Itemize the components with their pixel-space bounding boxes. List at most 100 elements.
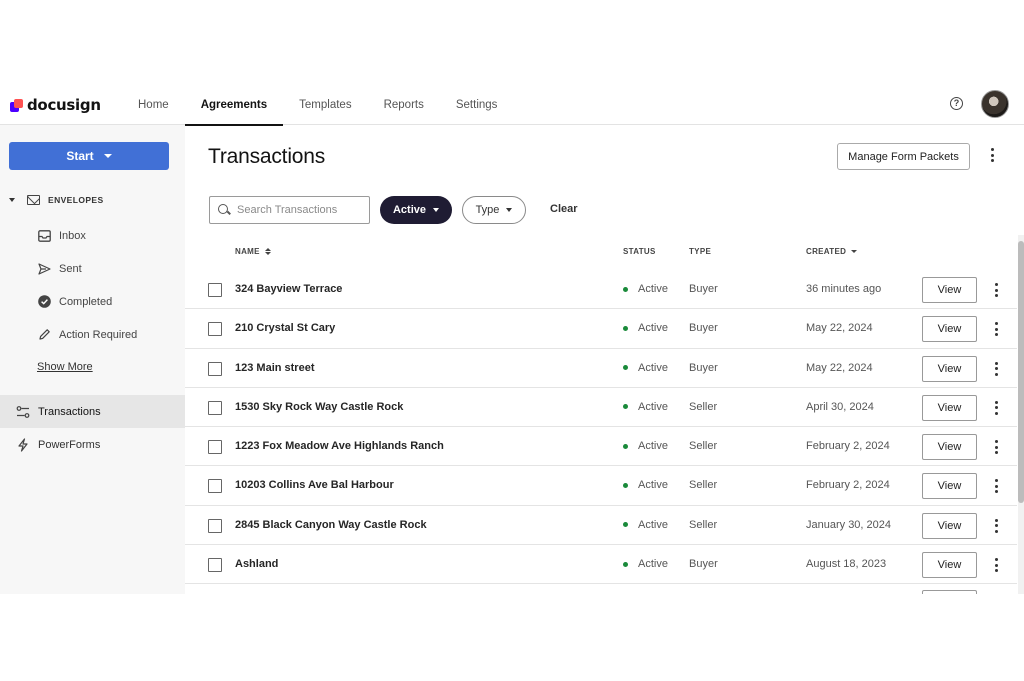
- created-cell: February 2, 2024: [806, 479, 890, 492]
- view-button[interactable]: View: [922, 473, 977, 500]
- sidebar-item-label: PowerForms: [38, 438, 101, 451]
- type-cell: Seller: [689, 518, 718, 531]
- table-row[interactable]: 324 Bayview Terrace Active Buyer 36 minutes…: [185, 270, 1017, 310]
- type-cell: Buyer: [689, 558, 718, 571]
- column-header-label: STATUS: [623, 247, 656, 256]
- transaction-name[interactable]: 1530 Sky Rock Way Castle Rock: [235, 401, 403, 413]
- view-button[interactable]: View: [922, 434, 977, 461]
- status-filter-label: Active: [392, 204, 427, 216]
- transaction-name[interactable]: 123 Main street: [235, 362, 314, 374]
- transaction-name[interactable]: 2845 Black Canyon Way Castle Rock: [235, 519, 427, 531]
- sidebar-item-completed[interactable]: Completed: [38, 295, 112, 308]
- view-button[interactable]: View: [922, 512, 977, 539]
- row-more-options-icon[interactable]: [991, 359, 1001, 379]
- nav-tab-templates[interactable]: Templates: [283, 84, 367, 125]
- status-cell: Active: [623, 440, 668, 452]
- row-more-options-icon[interactable]: [991, 476, 1001, 496]
- lightning-icon: [16, 437, 30, 452]
- row-checkbox[interactable]: [208, 440, 222, 455]
- transaction-name[interactable]: 210 Crystal St Cary: [235, 322, 335, 334]
- created-cell: April 30, 2024: [806, 400, 874, 413]
- row-more-options-icon[interactable]: [991, 555, 1001, 575]
- status-dot-icon: [623, 522, 628, 528]
- transactions-table-body: 324 Bayview Terrace Active Buyer 36 minutes…: [185, 270, 1017, 594]
- sidebar-item-label: Sent: [59, 262, 82, 275]
- sidebar-item-inbox[interactable]: Inbox: [38, 229, 86, 242]
- more-options-icon[interactable]: [987, 145, 997, 165]
- column-header-name[interactable]: NAME: [235, 247, 271, 256]
- type-cell: Buyer: [689, 322, 718, 335]
- status-text: Active: [638, 558, 668, 571]
- view-button[interactable]: View: [922, 355, 977, 382]
- row-more-options-icon[interactable]: [991, 437, 1001, 457]
- table-row[interactable]: 1223 Fox Meadow Ave Highlands Ranch Activ…: [185, 427, 1017, 467]
- row-more-options-icon[interactable]: [991, 398, 1001, 418]
- table-row[interactable]: 10203 Collins Ave Bal Harbour Active Selle…: [185, 466, 1017, 506]
- view-button[interactable]: View: [922, 277, 977, 303]
- search-icon: [218, 204, 230, 216]
- status-filter-active[interactable]: Active: [380, 196, 452, 224]
- status-cell: Active: [623, 401, 668, 413]
- table-row[interactable]: 210 Crystal St Cary Active Buyer May 22, 20…: [185, 309, 1017, 349]
- nav-tab-settings[interactable]: Settings: [440, 84, 514, 125]
- row-more-options-icon[interactable]: [991, 280, 1001, 300]
- envelopes-section-toggle[interactable]: ENVELOPES: [9, 195, 104, 205]
- scrollbar-thumb[interactable]: [1018, 241, 1024, 503]
- row-more-options-icon[interactable]: [991, 319, 1001, 339]
- status-cell: Active: [623, 283, 668, 295]
- transaction-name[interactable]: 324 Bayview Terrace: [235, 283, 342, 295]
- view-button[interactable]: View: [922, 316, 977, 343]
- nav-tab-agreements[interactable]: Agreements: [184, 84, 284, 126]
- row-checkbox[interactable]: [208, 518, 222, 533]
- table-header: NAME STATUS TYPE CREATED: [185, 243, 1024, 261]
- view-button[interactable]: View: [922, 552, 977, 579]
- status-cell: Active: [623, 479, 668, 491]
- sidebar-item-powerforms[interactable]: PowerForms: [0, 428, 185, 461]
- show-more-link[interactable]: Show More: [37, 361, 93, 373]
- help-icon[interactable]: ?: [950, 97, 963, 110]
- status-dot-icon: [623, 286, 628, 292]
- nav-tab-home[interactable]: Home: [122, 84, 185, 125]
- view-button-partial[interactable]: [922, 590, 977, 594]
- avatar[interactable]: [981, 90, 1009, 118]
- clear-filters-button[interactable]: Clear: [550, 203, 578, 215]
- sort-descending-icon: [851, 250, 858, 253]
- row-checkbox[interactable]: [208, 479, 222, 494]
- logo-mark-icon: [10, 98, 23, 112]
- table-row-partial: [185, 584, 1017, 594]
- type-cell: Buyer: [689, 361, 718, 374]
- sidebar-item-action-required[interactable]: Action Required: [38, 328, 137, 341]
- column-header-label: CREATED: [806, 247, 847, 256]
- table-row[interactable]: 1530 Sky Rock Way Castle Rock Active Selle…: [185, 388, 1017, 428]
- search-input[interactable]: [237, 204, 357, 216]
- row-checkbox[interactable]: [208, 400, 222, 415]
- transaction-name[interactable]: 10203 Collins Ave Bal Harbour: [235, 479, 394, 491]
- column-header-created[interactable]: CREATED: [806, 247, 858, 256]
- created-cell: 36 minutes ago: [806, 283, 882, 295]
- type-cell: Seller: [689, 400, 718, 413]
- row-more-options-icon[interactable]: [991, 516, 1001, 536]
- manage-form-packets-button[interactable]: Manage Form Packets: [837, 143, 970, 170]
- view-button[interactable]: View: [922, 394, 977, 421]
- table-row[interactable]: Ashland Active Buyer August 18, 2023 View: [185, 545, 1017, 585]
- transaction-name[interactable]: 1223 Fox Meadow Ave Highlands Ranch: [235, 440, 444, 452]
- status-cell: Active: [623, 558, 668, 570]
- sidebar-item-transactions[interactable]: Transactions: [0, 395, 185, 428]
- vertical-scrollbar[interactable]: [1018, 235, 1024, 594]
- row-checkbox[interactable]: [208, 322, 222, 337]
- status-text: Active: [638, 322, 668, 335]
- transaction-name[interactable]: Ashland: [235, 558, 278, 570]
- row-checkbox[interactable]: [208, 283, 222, 297]
- type-filter[interactable]: Type: [462, 196, 526, 224]
- table-row[interactable]: 2845 Black Canyon Way Castle Rock Active S…: [185, 506, 1017, 546]
- table-row[interactable]: 123 Main street Active Buyer May 22, 2024 Vi…: [185, 349, 1017, 388]
- column-header-label: NAME: [235, 247, 260, 256]
- status-text: Active: [638, 518, 668, 531]
- search-field[interactable]: [209, 196, 370, 224]
- nav-tab-reports[interactable]: Reports: [368, 84, 440, 125]
- row-checkbox[interactable]: [208, 361, 222, 376]
- start-button[interactable]: Start: [9, 142, 169, 170]
- row-checkbox[interactable]: [208, 558, 222, 573]
- sidebar-item-sent[interactable]: Sent: [38, 262, 82, 275]
- docusign-logo[interactable]: docusign: [10, 95, 101, 115]
